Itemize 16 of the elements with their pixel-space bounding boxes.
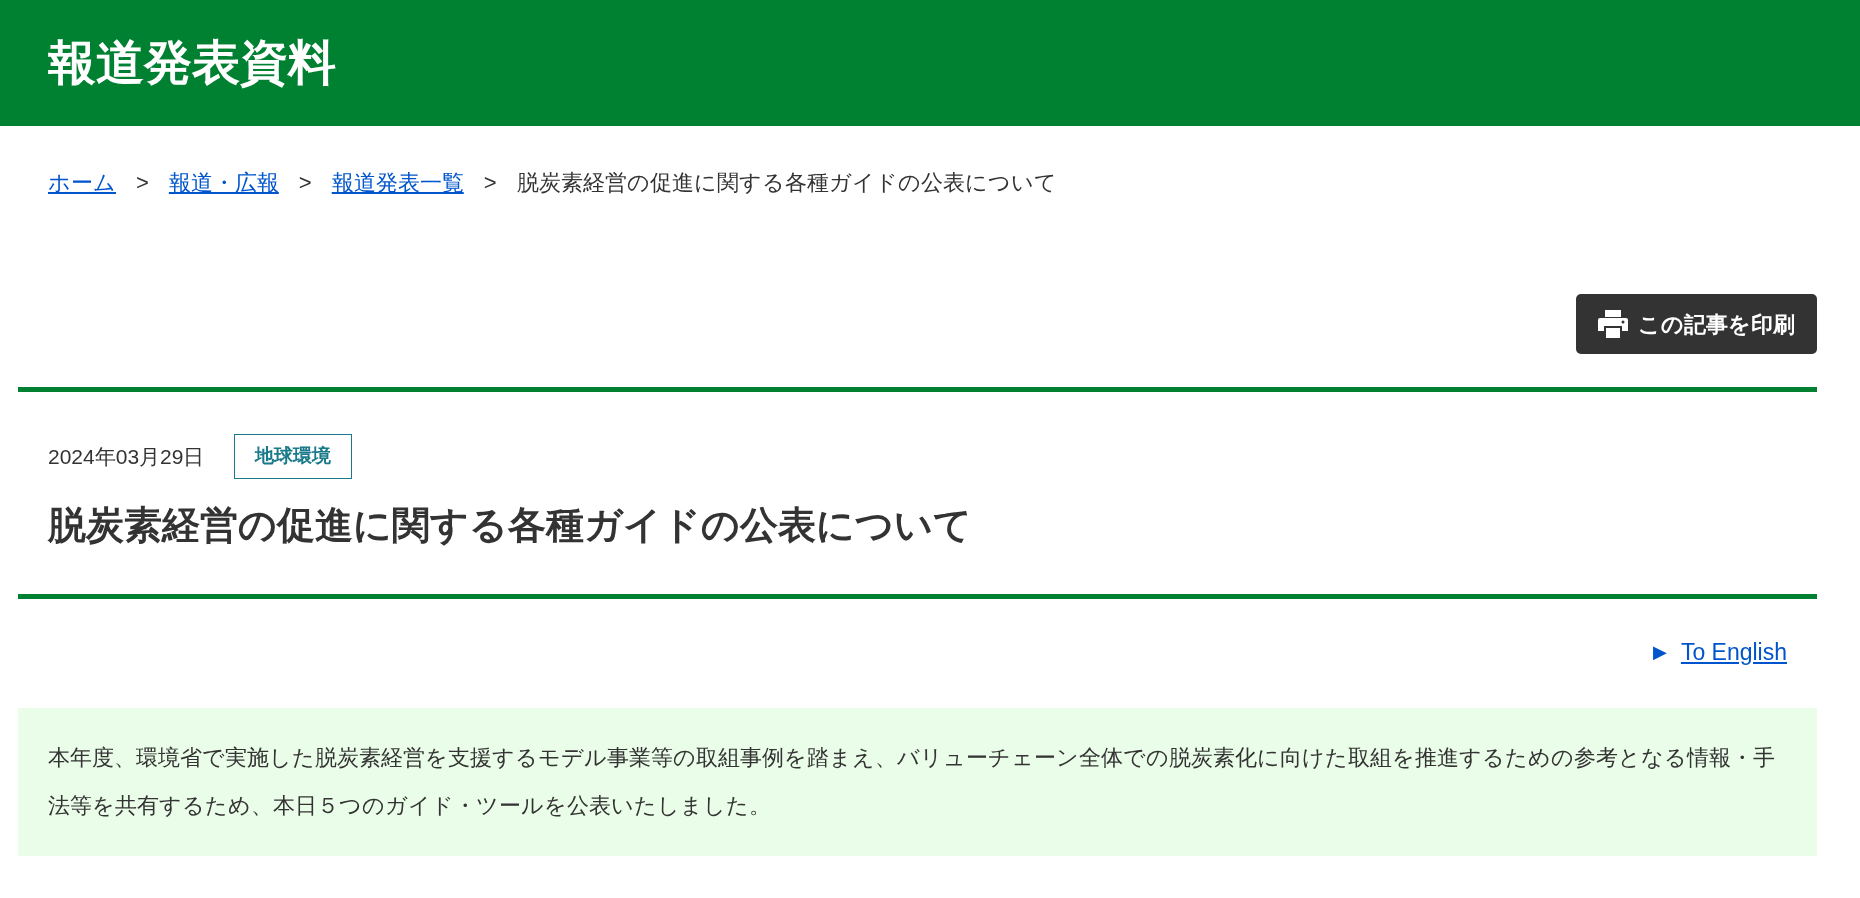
printer-icon [1598, 310, 1628, 338]
article-title: 脱炭素経営の促進に関する各種ガイドの公表について [48, 503, 973, 548]
breadcrumb-current: 脱炭素経営の促進に関する各種ガイドの公表について [516, 169, 1057, 197]
breadcrumb-separator: > [136, 169, 149, 197]
category-tag: 地球環境 [234, 434, 353, 479]
triangle-icon: ▶ [1652, 638, 1667, 666]
breadcrumb-link[interactable]: 報道発表一覧 [331, 166, 464, 199]
page-title: 報道発表資料 [48, 35, 336, 91]
breadcrumb-link[interactable]: ホーム [48, 166, 116, 199]
breadcrumb-link[interactable]: 報道・広報 [168, 166, 279, 199]
article-date: 2024年03月29日 [48, 443, 205, 470]
print-button[interactable]: この記事を印刷 [1576, 294, 1817, 354]
breadcrumb-separator: > [483, 169, 497, 197]
breadcrumb-separator: > [298, 169, 312, 197]
english-link[interactable]: ▶ To English [1652, 635, 1787, 670]
summary-text: 本年度、環境省で実施した脱炭素経営を支援するモデル事業等の取組事例を踏まえ、バリューチェーン全体での脱炭素化に向けた取組を推進するための参考となる情報・手法等を共有するため、本日５つのガイド・ツールを公表いたしました。 [48, 743, 1776, 820]
